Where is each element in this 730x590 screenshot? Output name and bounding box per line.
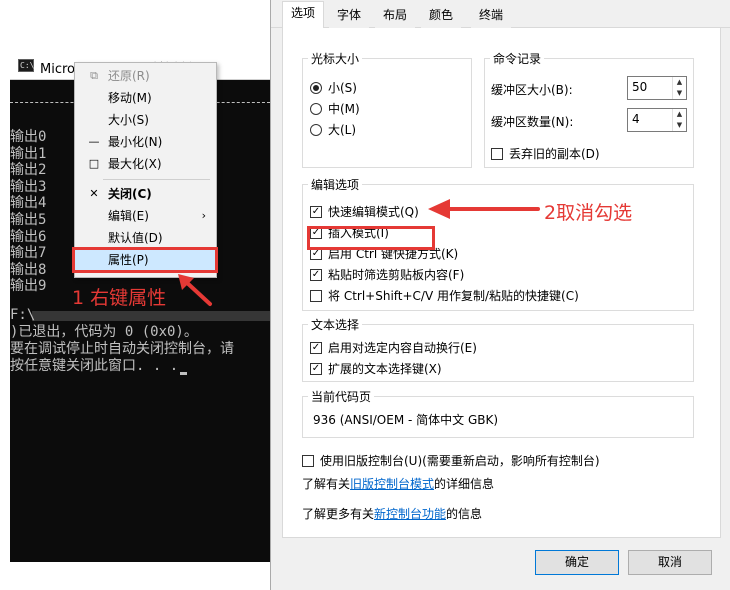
output-line: 输出7 (10, 245, 47, 262)
checkbox[interactable]: ✓ (310, 206, 322, 218)
output-line: 输出1 (10, 145, 47, 162)
radio-label: 大(L) (328, 123, 357, 137)
buffer-size-label: 缓冲区大小(B): (491, 83, 573, 97)
menu-item-size[interactable]: 大小(S) (75, 109, 216, 131)
debug-hint-line: 要在调试停止时自动关闭控制台，请 (10, 341, 234, 357)
restore-icon: ⧉ (90, 69, 98, 82)
checkbox-label: 启用对选定内容自动换行(E) (328, 341, 477, 355)
menu-item-close[interactable]: ✕ 关闭(C) (75, 183, 216, 205)
info-text: 的信息 (446, 507, 483, 521)
checkbox[interactable]: ✓ (310, 363, 322, 375)
spinner-value: 50 (632, 80, 648, 94)
menu-separator (103, 179, 210, 180)
console-app-icon[interactable]: C:\ (18, 59, 34, 72)
menu-item-label: 大小(S) (108, 113, 149, 127)
menu-item-label: 还原(R) (108, 69, 150, 83)
menu-item-label: 关闭(C) (108, 187, 152, 201)
output-line: 输出6 (10, 228, 47, 245)
group-title: 命令记录 (490, 50, 545, 67)
checkbox-label: 扩展的文本选择键(X) (328, 362, 442, 376)
new-console-features-link[interactable]: 新控制台功能 (374, 507, 446, 521)
output-line: 输出3 (10, 178, 47, 195)
info-text: 了解更多有关 (302, 507, 375, 521)
cursor-size-group: 光标大小 小(S) 中(M) 大(L) (302, 50, 472, 168)
output-line: 输出5 (10, 211, 47, 228)
menu-item-label: 编辑(E) (108, 209, 149, 223)
text-cursor (180, 372, 188, 375)
tab-colors[interactable]: 颜色 (421, 4, 462, 28)
exit-code-line: )已退出，代码为 0 (0x0)。 (10, 324, 198, 340)
command-history-group: 命令记录 缓冲区大小(B): 50 ▲ ▼ 缓冲区数量(N): 4 ▲ ▼ 丢弃旧的… (484, 50, 694, 168)
step2-arrow-icon (428, 199, 540, 219)
menu-item-label: 最小化(N) (108, 135, 163, 149)
group-title: 光标大小 (308, 50, 363, 67)
tab-font[interactable]: 字体 (329, 4, 370, 28)
quick-edit-highlight-box (307, 226, 435, 250)
spinner-value: 4 (632, 112, 640, 126)
properties-dialog: 选项 字体 布局 颜色 终端 光标大小 小(S) 中(M) 大(L) 命令记录 (270, 0, 730, 590)
checkbox[interactable] (310, 290, 322, 302)
checkbox-label: 使用旧版控制台(U)(需要重新启动，影响所有控制台) (320, 454, 600, 468)
options-panel: 光标大小 小(S) 中(M) 大(L) 命令记录 缓冲区大小(B): 50 ▲ ▼… (282, 28, 721, 538)
radio-button[interactable] (310, 124, 322, 136)
menu-item-label: 移动(M) (108, 91, 152, 105)
buffer-count-spinner[interactable]: 4 ▲ ▼ (627, 108, 687, 132)
radio-button[interactable] (310, 103, 322, 115)
tab-strip: 选项 字体 布局 颜色 终端 (271, 0, 730, 29)
output-line: 输出4 (10, 195, 47, 212)
output-line: 输出0 (10, 129, 47, 145)
checkbox[interactable]: ✓ (310, 269, 322, 281)
info-text: 了解有关 (302, 477, 351, 491)
cancel-button[interactable]: 取消 (628, 550, 712, 575)
menu-item-label: 默认值(D) (108, 231, 163, 245)
menu-item-defaults[interactable]: 默认值(D) (75, 227, 216, 249)
codepage-value: 936 (ANSI/OEM - 简体中文 GBK) (313, 413, 499, 427)
output-line: 输出8 (10, 261, 47, 278)
tab-layout[interactable]: 布局 (375, 4, 416, 28)
press-key-line: 按任意键关闭此窗口. . . (10, 358, 179, 374)
radio-label: 小(S) (328, 81, 357, 95)
minimize-icon: — (88, 135, 100, 148)
radio-label: 中(M) (328, 102, 360, 116)
new-console-info-text: 了解更多有关新控制台功能的信息 (302, 505, 482, 522)
checkbox-label: 将 Ctrl+Shift+C/V 用作复制/粘贴的快捷键(C) (328, 289, 579, 303)
buffer-size-spinner[interactable]: 50 ▲ ▼ (627, 76, 687, 100)
step1-arrow-icon (178, 274, 212, 306)
checkbox-label: 快速编辑模式(Q) (328, 205, 419, 219)
group-title: 当前代码页 (308, 388, 375, 405)
checkbox-label: 粘贴时筛选剪贴板内容(F) (328, 268, 465, 282)
tab-options[interactable]: 选项 (282, 1, 325, 29)
text-selection-group: 文本选择 ✓ 启用对选定内容自动换行(E) ✓ 扩展的文本选择键(X) (302, 316, 694, 382)
group-title: 文本选择 (308, 316, 363, 333)
checkbox-label: 丢弃旧的副本(D) (509, 147, 600, 161)
menu-item-move[interactable]: 移动(M) (75, 87, 216, 109)
menu-item-minimize[interactable]: — 最小化(N) (75, 131, 216, 153)
menu-item-maximize[interactable]: □ 最大化(X) (75, 153, 216, 175)
legacy-mode-link[interactable]: 旧版控制台模式 (350, 477, 434, 491)
group-title: 编辑选项 (308, 176, 363, 193)
buffer-count-label: 缓冲区数量(N): (491, 115, 574, 129)
codepage-group: 当前代码页 936 (ANSI/OEM - 简体中文 GBK) (302, 388, 694, 438)
radio-button[interactable] (310, 82, 322, 94)
info-text: 的详细信息 (434, 477, 495, 491)
spinner-arrows-icon[interactable]: ▲ ▼ (672, 77, 686, 99)
menu-item-restore[interactable]: ⧉ 还原(R) (75, 65, 216, 87)
ok-button[interactable]: 确定 (535, 550, 619, 575)
menu-item-label: 最大化(X) (108, 157, 162, 171)
output-line: 输出2 (10, 162, 47, 179)
step2-annotation: 2取消勾选 (544, 202, 633, 224)
tab-terminal[interactable]: 终端 (471, 4, 512, 28)
spinner-arrows-icon[interactable]: ▲ ▼ (672, 109, 686, 131)
legacy-info-text: 了解有关旧版控制台模式的详细信息 (302, 475, 494, 492)
step1-annotation: 1 右键属性 (72, 287, 167, 309)
output-line: 输出9 (10, 278, 47, 295)
system-context-menu: ⧉ 还原(R) 移动(M) 大小(S) — 最小化(N) □ 最大化(X) ✕ … (74, 62, 217, 278)
chevron-right-icon: › (201, 209, 206, 222)
close-icon: ✕ (89, 187, 99, 200)
maximize-icon: □ (88, 157, 100, 170)
checkbox[interactable] (491, 148, 503, 160)
checkbox[interactable]: ✓ (310, 342, 322, 354)
menu-item-edit[interactable]: 编辑(E) › (75, 205, 216, 227)
checkbox[interactable] (302, 455, 314, 467)
